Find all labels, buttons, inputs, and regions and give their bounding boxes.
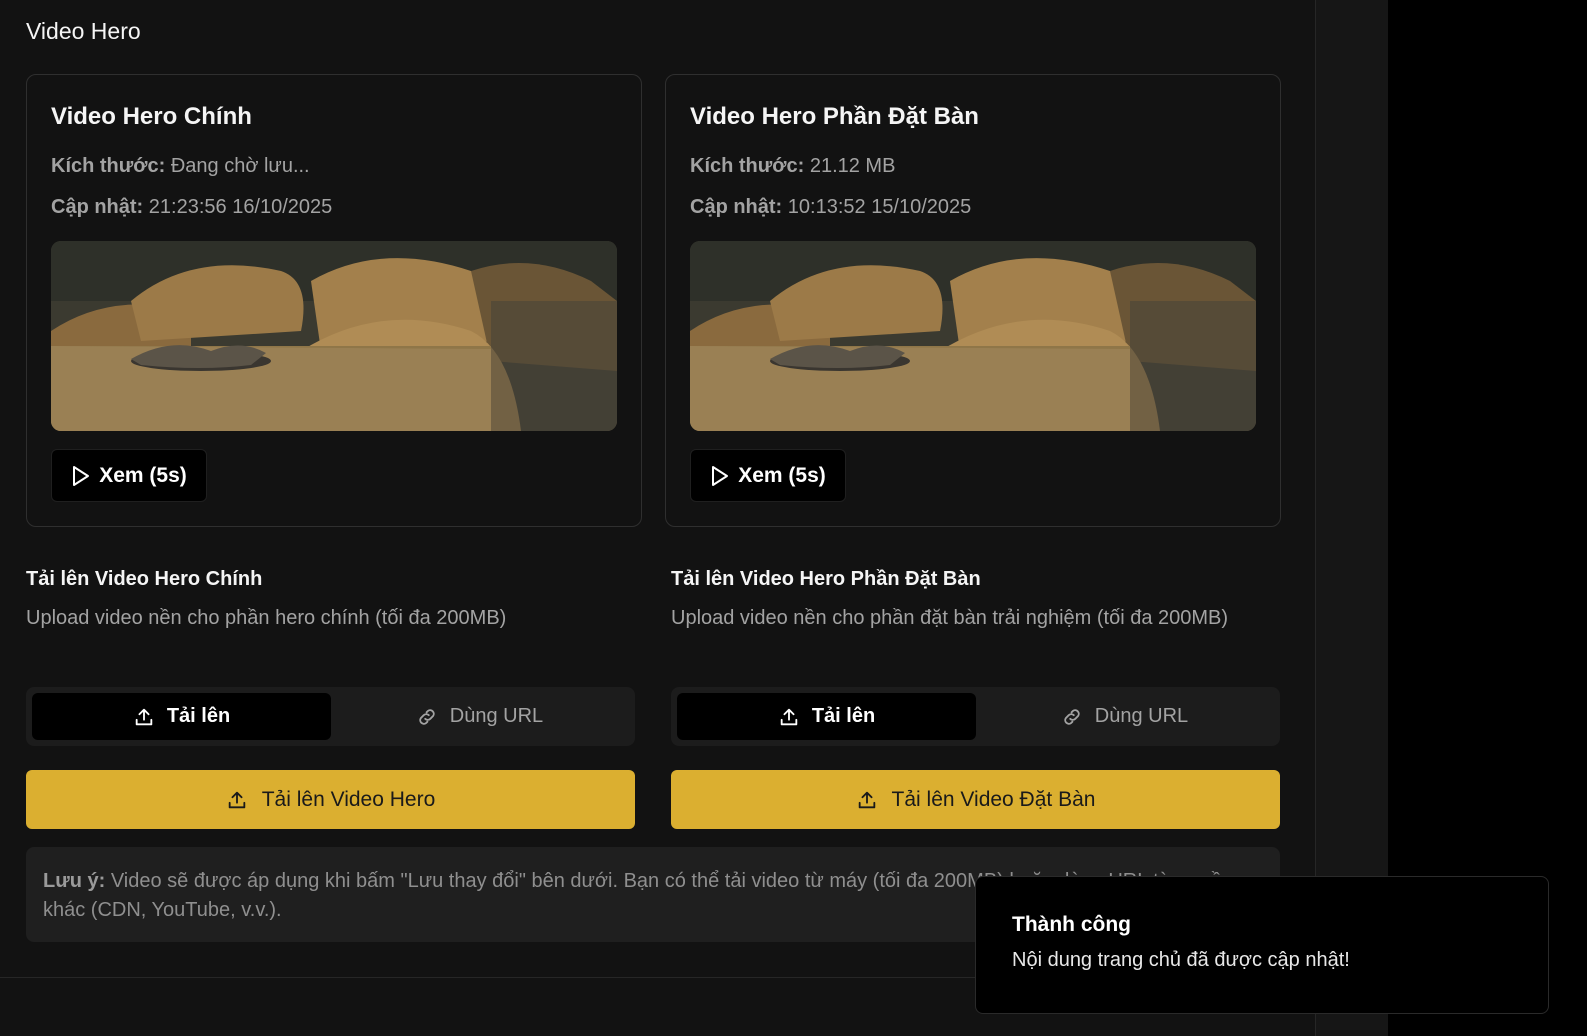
upload-icon	[135, 708, 153, 725]
tab-url-label: Dùng URL	[449, 705, 544, 727]
link-icon	[419, 708, 435, 725]
play-label: Xem (5s)	[738, 463, 826, 487]
upload-description: Upload video nền cho phần hero chính (tố…	[26, 607, 507, 629]
video-card-main: Video Hero Chính Kích thước: Đang chờ lư…	[26, 74, 642, 527]
note-label: Lưu ý:	[43, 870, 106, 892]
section-title: Video Hero	[26, 18, 141, 44]
upload-icon	[858, 791, 875, 808]
upload-mode-toggle: Tải lên Dùng URL	[26, 687, 635, 746]
size-value: 21.12 MB	[809, 155, 896, 177]
size-info: Kích thước: 21.12 MB	[690, 155, 895, 178]
play-preview-button[interactable]: Xem (5s)	[51, 449, 207, 502]
updated-info: Cập nhật: 21:23:56 16/10/2025	[51, 196, 332, 219]
play-preview-button[interactable]: Xem (5s)	[690, 449, 846, 502]
updated-label: Cập nhật:	[690, 196, 783, 218]
upload-icon	[228, 791, 245, 808]
card-title: Video Hero Phần Đặt Bàn	[690, 103, 979, 130]
size-label: Kích thước:	[690, 155, 805, 177]
play-icon	[712, 465, 729, 486]
upload-button-label: Tải lên Video Đặt Bàn	[891, 787, 1096, 811]
updated-value: 21:23:56 16/10/2025	[148, 196, 333, 218]
updated-info: Cập nhật: 10:13:52 15/10/2025	[690, 196, 971, 219]
play-icon	[73, 465, 90, 486]
upload-hero-video-button[interactable]: Tải lên Video Hero	[26, 770, 635, 829]
video-thumbnail[interactable]	[51, 241, 617, 431]
tab-upload[interactable]: Tải lên	[32, 693, 331, 740]
size-info: Kích thước: Đang chờ lưu...	[51, 155, 310, 178]
upload-booking-video-button[interactable]: Tải lên Video Đặt Bàn	[671, 770, 1280, 829]
success-toast[interactable]: Thành công Nội dung trang chủ đã được cậ…	[975, 876, 1549, 1014]
tab-use-url[interactable]: Dùng URL	[330, 693, 629, 740]
toast-title: Thành công	[1012, 913, 1131, 936]
upload-heading: Tải lên Video Hero Phần Đặt Bàn	[671, 568, 981, 590]
tab-upload-label: Tải lên	[811, 705, 876, 727]
updated-label: Cập nhật:	[51, 196, 144, 218]
tab-upload[interactable]: Tải lên	[677, 693, 976, 740]
updated-value: 10:13:52 15/10/2025	[787, 196, 972, 218]
video-card-booking: Video Hero Phần Đặt Bàn Kích thước: 21.1…	[665, 74, 1281, 527]
tab-use-url[interactable]: Dùng URL	[975, 693, 1274, 740]
size-label: Kích thước:	[51, 155, 166, 177]
video-thumbnail[interactable]	[690, 241, 1256, 431]
tab-url-label: Dùng URL	[1094, 705, 1189, 727]
tab-upload-label: Tải lên	[166, 705, 231, 727]
toast-message: Nội dung trang chủ đã được cập nhật!	[1012, 949, 1350, 971]
upload-description: Upload video nền cho phần đặt bàn trải n…	[671, 607, 1229, 629]
upload-mode-toggle: Tải lên Dùng URL	[671, 687, 1280, 746]
upload-button-label: Tải lên Video Hero	[261, 787, 436, 811]
upload-heading: Tải lên Video Hero Chính	[26, 568, 263, 590]
play-label: Xem (5s)	[99, 463, 187, 487]
link-icon	[1064, 708, 1080, 725]
card-title: Video Hero Chính	[51, 103, 252, 130]
size-value: Đang chờ lưu...	[170, 155, 310, 177]
upload-icon	[780, 708, 798, 725]
